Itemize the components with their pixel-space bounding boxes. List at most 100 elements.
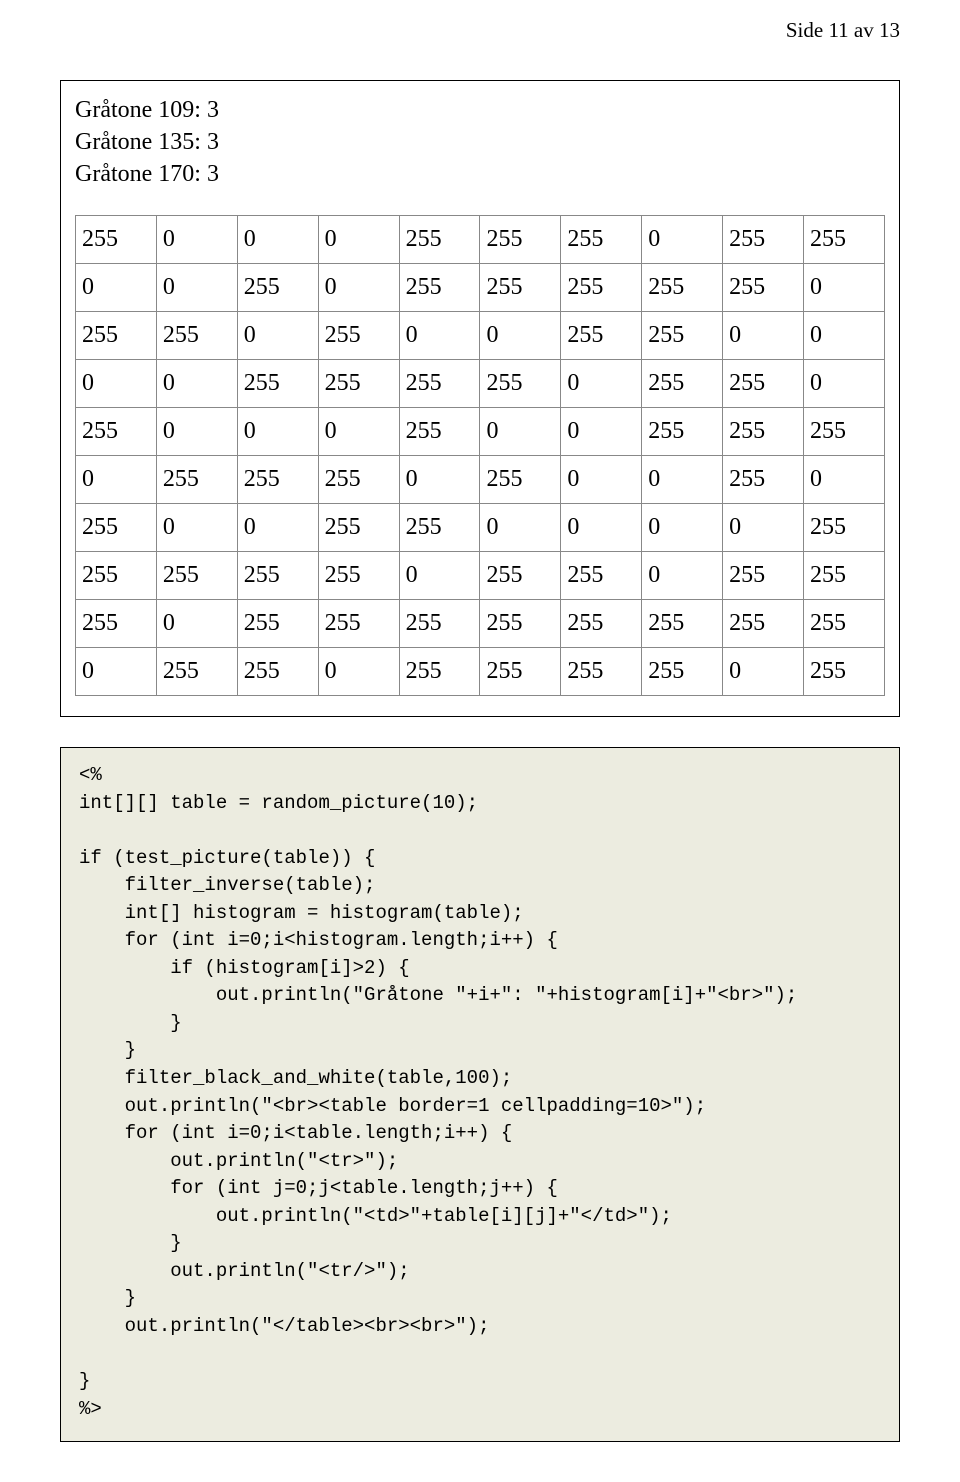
table-cell: 255 — [480, 216, 561, 264]
table-cell: 255 — [723, 456, 804, 504]
graytone-line: Gråtone 170: 3 — [75, 159, 885, 189]
table-cell: 255 — [642, 360, 723, 408]
table-cell: 0 — [156, 264, 237, 312]
table-row: 25500025500255255255 — [76, 408, 885, 456]
table-cell: 255 — [642, 312, 723, 360]
code-block: <% int[][] table = random_picture(10); i… — [60, 747, 900, 1442]
table-cell: 0 — [156, 504, 237, 552]
table-cell: 255 — [399, 360, 480, 408]
table-cell: 0 — [804, 456, 885, 504]
table-cell: 255 — [237, 552, 318, 600]
table-cell: 255 — [804, 408, 885, 456]
table-cell: 255 — [723, 600, 804, 648]
table-cell: 255 — [561, 264, 642, 312]
table-cell: 0 — [76, 648, 157, 696]
table-cell: 255 — [723, 408, 804, 456]
table-cell: 255 — [76, 312, 157, 360]
table-cell: 0 — [318, 408, 399, 456]
table-cell: 255 — [804, 552, 885, 600]
table-cell: 255 — [804, 648, 885, 696]
table-cell: 0 — [561, 504, 642, 552]
table-cell: 255 — [76, 216, 157, 264]
table-cell: 0 — [156, 600, 237, 648]
table-cell: 255 — [156, 648, 237, 696]
table-cell: 255 — [804, 504, 885, 552]
table-cell: 255 — [399, 216, 480, 264]
document-page: Side 11 av 13 Gråtone 109: 3Gråtone 135:… — [0, 0, 960, 1482]
table-cell: 0 — [723, 312, 804, 360]
table-cell: 255 — [76, 552, 157, 600]
table-cell: 255 — [318, 456, 399, 504]
table-cell: 0 — [237, 504, 318, 552]
table-cell: 0 — [237, 312, 318, 360]
table-cell: 0 — [318, 648, 399, 696]
table-cell: 255 — [399, 504, 480, 552]
table-cell: 255 — [480, 600, 561, 648]
table-cell: 255 — [76, 504, 157, 552]
page-number: Side 11 av 13 — [786, 18, 900, 43]
table-cell: 255 — [237, 264, 318, 312]
table-cell: 255 — [480, 552, 561, 600]
table-cell: 255 — [156, 312, 237, 360]
table-cell: 255 — [561, 648, 642, 696]
table-row: 025525502552552552550255 — [76, 648, 885, 696]
table-cell: 0 — [76, 264, 157, 312]
table-cell: 255 — [399, 648, 480, 696]
table-row: 02552552550255002550 — [76, 456, 885, 504]
table-cell: 255 — [723, 216, 804, 264]
table-cell: 0 — [804, 312, 885, 360]
table-cell: 0 — [561, 456, 642, 504]
table-cell: 255 — [318, 312, 399, 360]
table-cell: 255 — [156, 456, 237, 504]
table-row: 25525525525502552550255255 — [76, 552, 885, 600]
table-cell: 0 — [642, 456, 723, 504]
graytone-list: Gråtone 109: 3Gråtone 135: 3Gråtone 170:… — [75, 95, 885, 189]
table-cell: 0 — [642, 216, 723, 264]
table-row: 2550002552552550255255 — [76, 216, 885, 264]
table-cell: 255 — [237, 600, 318, 648]
table-row: 0025502552552552552550 — [76, 264, 885, 312]
table-cell: 255 — [642, 264, 723, 312]
table-cell: 255 — [480, 264, 561, 312]
table-cell: 255 — [318, 552, 399, 600]
table-cell: 255 — [399, 264, 480, 312]
table-cell: 255 — [561, 552, 642, 600]
table-cell: 0 — [237, 216, 318, 264]
table-cell: 0 — [76, 360, 157, 408]
table-row: 255002552550000255 — [76, 504, 885, 552]
table-row: 2550255255255255255255255255 — [76, 600, 885, 648]
table-cell: 0 — [399, 552, 480, 600]
table-cell: 0 — [561, 408, 642, 456]
table-cell: 255 — [723, 360, 804, 408]
graytone-line: Gråtone 135: 3 — [75, 127, 885, 157]
table-cell: 255 — [76, 600, 157, 648]
output-figure: Gråtone 109: 3Gråtone 135: 3Gråtone 170:… — [60, 80, 900, 717]
table-cell: 0 — [642, 552, 723, 600]
table-cell: 0 — [480, 504, 561, 552]
table-cell: 0 — [480, 312, 561, 360]
table-cell: 255 — [642, 648, 723, 696]
table-cell: 255 — [804, 600, 885, 648]
table-cell: 255 — [723, 552, 804, 600]
table-cell: 0 — [156, 360, 237, 408]
table-cell: 0 — [804, 264, 885, 312]
table-cell: 0 — [156, 408, 237, 456]
table-cell: 255 — [480, 648, 561, 696]
table-cell: 255 — [318, 600, 399, 648]
table-cell: 0 — [723, 504, 804, 552]
table-cell: 255 — [642, 408, 723, 456]
table-cell: 255 — [642, 600, 723, 648]
table-row: 0025525525525502552550 — [76, 360, 885, 408]
table-cell: 0 — [237, 408, 318, 456]
table-cell: 0 — [642, 504, 723, 552]
table-cell: 255 — [237, 360, 318, 408]
table-cell: 255 — [561, 216, 642, 264]
table-cell: 255 — [399, 408, 480, 456]
table-cell: 255 — [723, 264, 804, 312]
table-cell: 255 — [480, 456, 561, 504]
table-cell: 255 — [804, 216, 885, 264]
table-cell: 255 — [318, 360, 399, 408]
table-cell: 255 — [237, 456, 318, 504]
table-cell: 255 — [480, 360, 561, 408]
graytone-line: Gråtone 109: 3 — [75, 95, 885, 125]
